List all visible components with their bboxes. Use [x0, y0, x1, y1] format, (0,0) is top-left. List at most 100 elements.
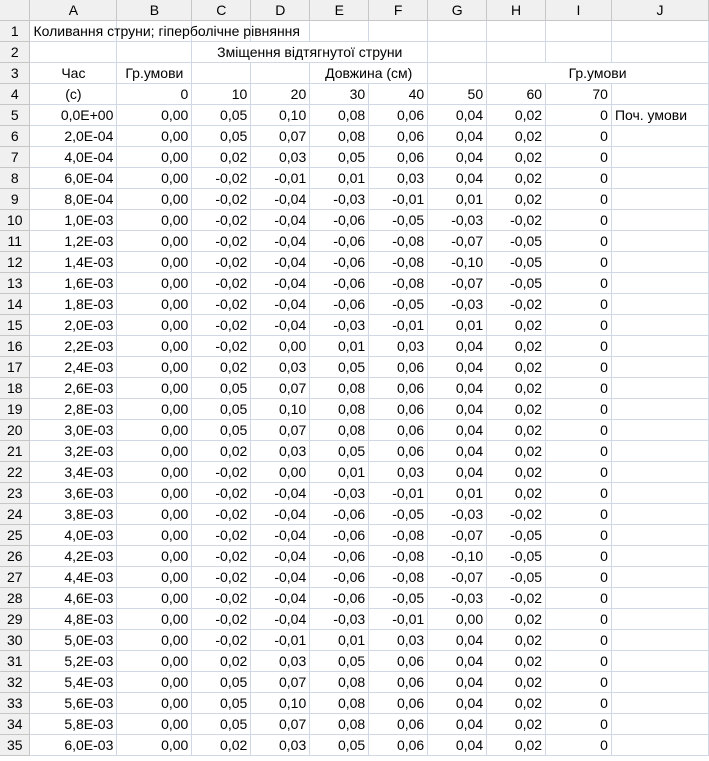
cell-a24[interactable]: 3,8E-03 — [29, 503, 118, 525]
cell-f13[interactable]: -0,08 — [368, 272, 429, 294]
cell-d25[interactable]: -0,04 — [250, 524, 311, 546]
cell-e15[interactable]: -0,03 — [309, 314, 370, 336]
cell-d15[interactable]: -0,04 — [250, 314, 311, 336]
cell-a35[interactable]: 6,0E-03 — [29, 734, 118, 756]
cell-i24[interactable]: 0 — [545, 503, 612, 525]
cell-i2[interactable] — [545, 41, 612, 63]
cell-h23[interactable]: 0,02 — [486, 482, 547, 504]
cell-a21[interactable]: 3,2E-03 — [29, 440, 118, 462]
cell-e34[interactable]: 0,08 — [309, 713, 370, 735]
column-header-h[interactable]: H — [486, 0, 547, 21]
cell-b32[interactable]: 0,00 — [116, 671, 193, 693]
cell-e21[interactable]: 0,05 — [309, 440, 370, 462]
row-header-10[interactable]: 10 — [0, 209, 31, 231]
cell-e28[interactable]: -0,06 — [309, 587, 370, 609]
column-header-d[interactable]: D — [250, 0, 311, 21]
cell-a5[interactable]: 0,0E+00 — [29, 104, 118, 126]
cell-i22[interactable]: 0 — [545, 461, 612, 483]
cell-e19[interactable]: 0,08 — [309, 398, 370, 420]
cell-b27[interactable]: 0,00 — [116, 566, 193, 588]
cell-e35[interactable]: 0,05 — [309, 734, 370, 756]
row-header-24[interactable]: 24 — [0, 503, 31, 525]
cell-a6[interactable]: 2,0E-04 — [29, 125, 118, 147]
cell-e3-merged[interactable]: Довжина (см) — [309, 62, 429, 84]
cell-b22[interactable]: 0,00 — [116, 461, 193, 483]
row-header-20[interactable]: 20 — [0, 419, 31, 441]
cell-b24[interactable]: 0,00 — [116, 503, 193, 525]
cell-g1[interactable] — [427, 20, 488, 42]
cell-f10[interactable]: -0,05 — [368, 209, 429, 231]
row-header-29[interactable]: 29 — [0, 608, 31, 630]
row-header-21[interactable]: 21 — [0, 440, 31, 462]
cell-a9[interactable]: 8,0E-04 — [29, 188, 118, 210]
cell-c23[interactable]: -0,02 — [191, 482, 252, 504]
cell-g4[interactable]: 50 — [427, 83, 488, 105]
cell-f21[interactable]: 0,06 — [368, 440, 429, 462]
cell-i33[interactable]: 0 — [545, 692, 612, 714]
cell-i10[interactable]: 0 — [545, 209, 612, 231]
cell-c21[interactable]: 0,02 — [191, 440, 252, 462]
cell-g31[interactable]: 0,04 — [427, 650, 488, 672]
cell-h10[interactable]: -0,02 — [486, 209, 547, 231]
column-header-g[interactable]: G — [427, 0, 488, 21]
cell-b4[interactable]: 0 — [116, 83, 193, 105]
cell-h32[interactable]: 0,02 — [486, 671, 547, 693]
cell-c24[interactable]: -0,02 — [191, 503, 252, 525]
cell-c15[interactable]: -0,02 — [191, 314, 252, 336]
row-header-30[interactable]: 30 — [0, 629, 31, 651]
cell-h21[interactable]: 0,02 — [486, 440, 547, 462]
cell-c25[interactable]: -0,02 — [191, 524, 252, 546]
cell-d29[interactable]: -0,04 — [250, 608, 311, 630]
cell-d5[interactable]: 0,10 — [250, 104, 311, 126]
cell-a17[interactable]: 2,4E-03 — [29, 356, 118, 378]
cell-i25[interactable]: 0 — [545, 524, 612, 546]
cell-i8[interactable]: 0 — [545, 167, 612, 189]
cell-c28[interactable]: -0,02 — [191, 587, 252, 609]
cell-f34[interactable]: 0,06 — [368, 713, 429, 735]
cell-b16[interactable]: 0,00 — [116, 335, 193, 357]
cell-b12[interactable]: 0,00 — [116, 251, 193, 273]
cell-g14[interactable]: -0,03 — [427, 293, 488, 315]
cell-f17[interactable]: 0,06 — [368, 356, 429, 378]
cell-i21[interactable]: 0 — [545, 440, 612, 462]
cell-d4[interactable]: 20 — [250, 83, 311, 105]
cell-b33[interactable]: 0,00 — [116, 692, 193, 714]
cell-f14[interactable]: -0,05 — [368, 293, 429, 315]
cell-j23[interactable] — [611, 482, 709, 504]
cell-e11[interactable]: -0,06 — [309, 230, 370, 252]
cell-h17[interactable]: 0,02 — [486, 356, 547, 378]
cell-h1[interactable] — [486, 20, 547, 42]
cell-e31[interactable]: 0,05 — [309, 650, 370, 672]
cell-f9[interactable]: -0,01 — [368, 188, 429, 210]
cell-a25[interactable]: 4,0E-03 — [29, 524, 118, 546]
cell-e32[interactable]: 0,08 — [309, 671, 370, 693]
cell-i9[interactable]: 0 — [545, 188, 612, 210]
cell-g19[interactable]: 0,04 — [427, 398, 488, 420]
cell-i11[interactable]: 0 — [545, 230, 612, 252]
cell-c22[interactable]: -0,02 — [191, 461, 252, 483]
cell-d33[interactable]: 0,10 — [250, 692, 311, 714]
cell-c31[interactable]: 0,02 — [191, 650, 252, 672]
cell-j25[interactable] — [611, 524, 709, 546]
cell-b21[interactable]: 0,00 — [116, 440, 193, 462]
cell-j21[interactable] — [611, 440, 709, 462]
cell-a23[interactable]: 3,6E-03 — [29, 482, 118, 504]
cell-h29[interactable]: 0,02 — [486, 608, 547, 630]
cell-g18[interactable]: 0,04 — [427, 377, 488, 399]
cell-e29[interactable]: -0,03 — [309, 608, 370, 630]
cell-c29[interactable]: -0,02 — [191, 608, 252, 630]
cell-a19[interactable]: 2,8E-03 — [29, 398, 118, 420]
cell-d32[interactable]: 0,07 — [250, 671, 311, 693]
column-header-i[interactable]: I — [545, 0, 612, 21]
cell-h22[interactable]: 0,02 — [486, 461, 547, 483]
cell-a13[interactable]: 1,6E-03 — [29, 272, 118, 294]
cell-d6[interactable]: 0,07 — [250, 125, 311, 147]
cell-j11[interactable] — [611, 230, 709, 252]
cell-c27[interactable]: -0,02 — [191, 566, 252, 588]
cell-i28[interactable]: 0 — [545, 587, 612, 609]
cell-a16[interactable]: 2,2E-03 — [29, 335, 118, 357]
cell-a33[interactable]: 5,6E-03 — [29, 692, 118, 714]
cell-g26[interactable]: -0,10 — [427, 545, 488, 567]
cell-f12[interactable]: -0,08 — [368, 251, 429, 273]
cell-b9[interactable]: 0,00 — [116, 188, 193, 210]
